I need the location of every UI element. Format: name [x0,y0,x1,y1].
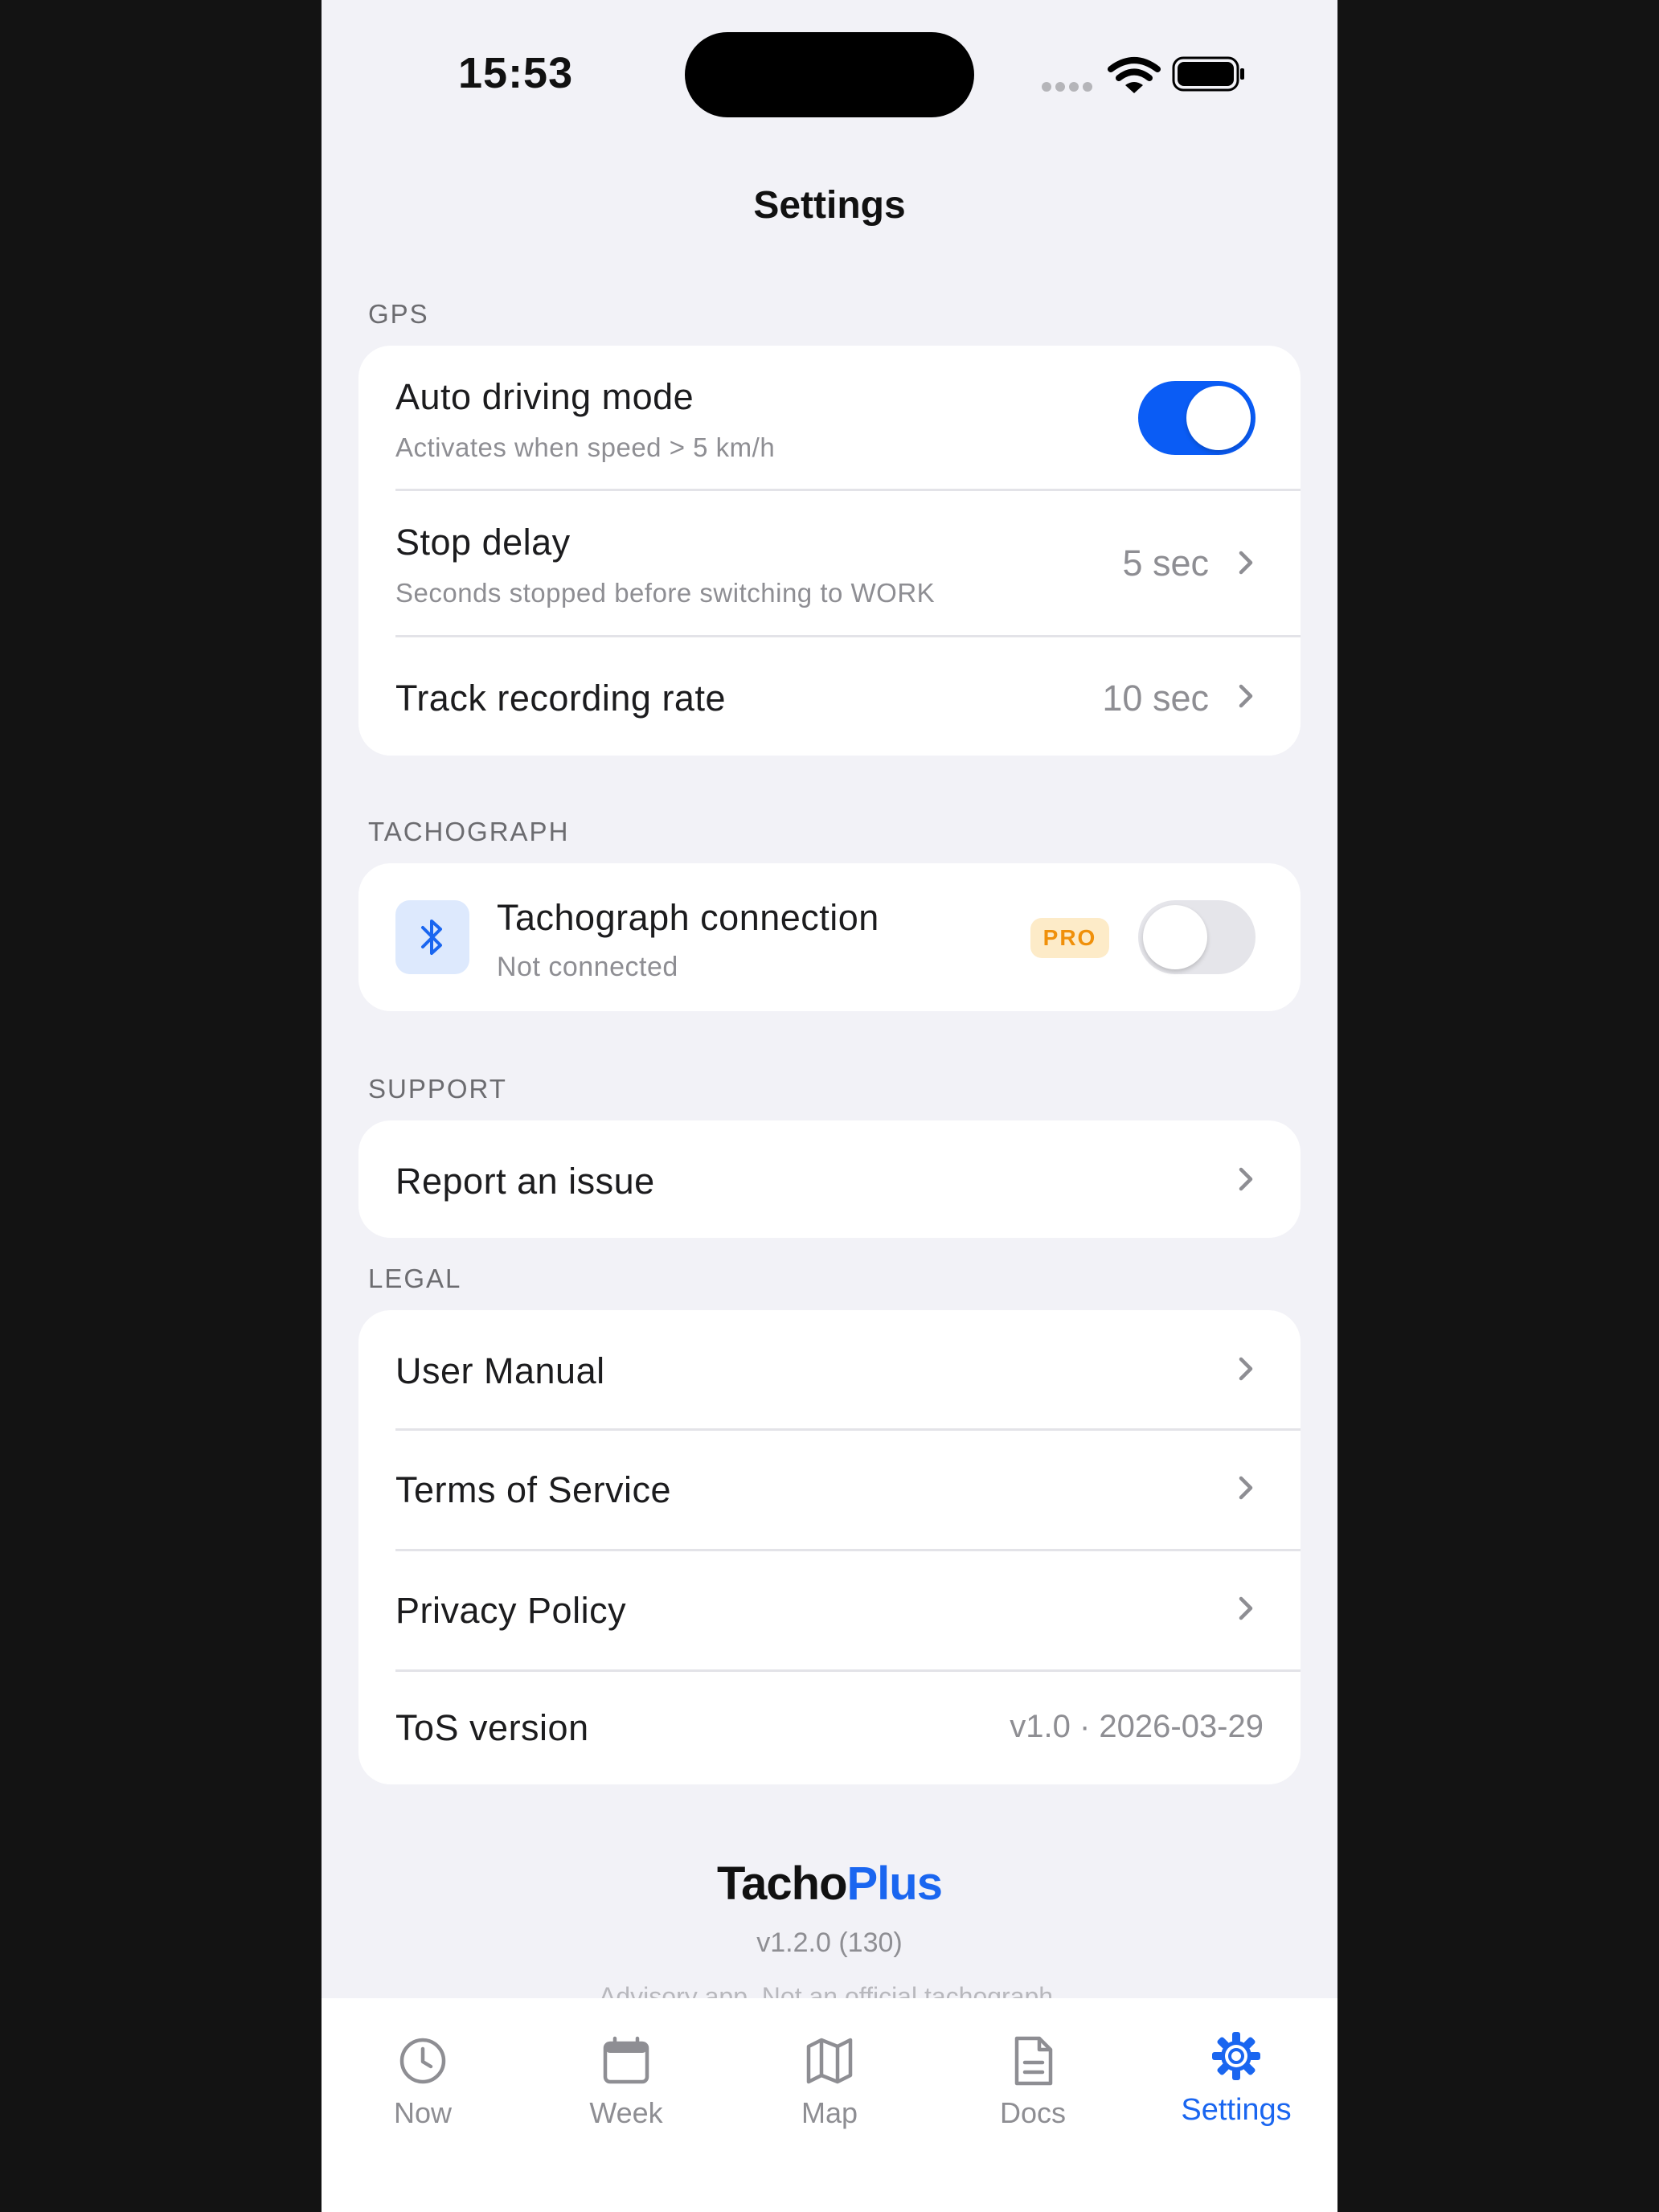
auto-driving-toggle[interactable] [1138,381,1256,455]
track-rate-value: 10 sec [1102,678,1209,719]
clock-icon [399,2038,446,2084]
wifi-icon [1108,57,1161,93]
tab-docs[interactable]: Docs [932,2014,1134,2143]
tab-settings[interactable]: Settings [1135,2014,1337,2143]
section-header-legal: LEGAL [368,1264,462,1293]
tachograph-connection-title: Tachograph connection [497,897,879,938]
phone-screen: 15:53 Settings GPS Auto driving mode Act… [322,0,1337,2212]
privacy-title: Privacy Policy [395,1590,627,1631]
tab-label: Week [589,2096,663,2129]
chevron-right-icon [1239,1596,1253,1620]
user-manual-title: User Manual [395,1350,605,1391]
auto-driving-title: Auto driving mode [395,376,694,417]
tachograph-connection-status: Not connected [497,952,678,982]
tab-map[interactable]: Map [728,2014,931,2143]
legal-card: User Manual Terms of Service Privacy Pol… [358,1310,1301,1784]
tab-bar: Now Week Map Docs Settings [322,1998,1337,2212]
track-rate-row[interactable]: Track recording rate 10 sec [358,637,1301,756]
map-icon [806,2038,853,2084]
cellular-signal-icon [1042,82,1093,92]
auto-driving-row: Auto driving mode Activates when speed >… [358,346,1301,490]
tab-week[interactable]: Week [525,2014,727,2143]
section-header-tachograph: TACHOGRAPH [368,817,570,846]
chevron-right-icon [1239,551,1253,575]
chevron-right-icon [1239,684,1253,708]
section-header-gps: GPS [368,299,429,329]
bluetooth-icon [421,920,442,955]
support-card: Report an issue [358,1120,1301,1238]
section-header-support: SUPPORT [368,1074,507,1104]
terms-row[interactable]: Terms of Service [358,1431,1301,1550]
tachograph-card: Tachograph connection Not connected PRO [358,863,1301,1011]
tos-version-title: ToS version [395,1707,589,1748]
report-issue-row[interactable]: Report an issue [358,1120,1301,1238]
toggle-knob [1186,386,1251,450]
chevron-right-icon [1239,1476,1253,1500]
dynamic-island [685,32,974,117]
auto-driving-subtitle: Activates when speed > 5 km/h [395,432,776,462]
app-version: v1.2.0 (130) [756,1927,903,1958]
page-title: Settings [753,184,906,227]
user-manual-row[interactable]: User Manual [358,1310,1301,1429]
tab-label: Docs [999,2096,1067,2129]
terms-title: Terms of Service [395,1469,672,1510]
privacy-row[interactable]: Privacy Policy [358,1551,1301,1670]
gps-card: Auto driving mode Activates when speed >… [358,346,1301,756]
stop-delay-value: 5 sec [1122,543,1209,584]
tachograph-connection-toggle[interactable] [1138,900,1256,974]
tab-label: Settings [1181,2093,1292,2127]
tab-label: Now [393,2096,453,2129]
tab-now[interactable]: Now [322,2014,524,2143]
chevron-right-icon [1239,1357,1253,1381]
tab-label: Map [801,2096,858,2129]
gear-icon [1212,2032,1260,2080]
tos-version-value: v1.0 · 2026-03-29 [1010,1709,1264,1744]
brand-part2: Plus [846,1858,943,1910]
stop-delay-subtitle: Seconds stopped before switching to WORK [395,578,936,608]
chevron-right-icon [1239,1167,1253,1191]
bluetooth-icon-box [395,900,469,974]
status-time: 15:53 [458,49,574,97]
stop-delay-title: Stop delay [395,522,571,563]
calendar-icon [603,2036,649,2084]
toggle-knob [1143,905,1207,969]
pro-badge: PRO [1030,918,1109,958]
brand-part1: Tacho [717,1858,847,1910]
battery-icon [1172,56,1244,92]
report-issue-title: Report an issue [395,1161,655,1202]
app-brand-logo: TachoPlus [322,1857,1337,1911]
track-rate-title: Track recording rate [395,678,726,719]
document-icon [1014,2036,1053,2086]
tos-version-row: ToS version v1.0 · 2026-03-29 [358,1672,1301,1784]
stop-delay-row[interactable]: Stop delay Seconds stopped before switch… [358,491,1301,636]
